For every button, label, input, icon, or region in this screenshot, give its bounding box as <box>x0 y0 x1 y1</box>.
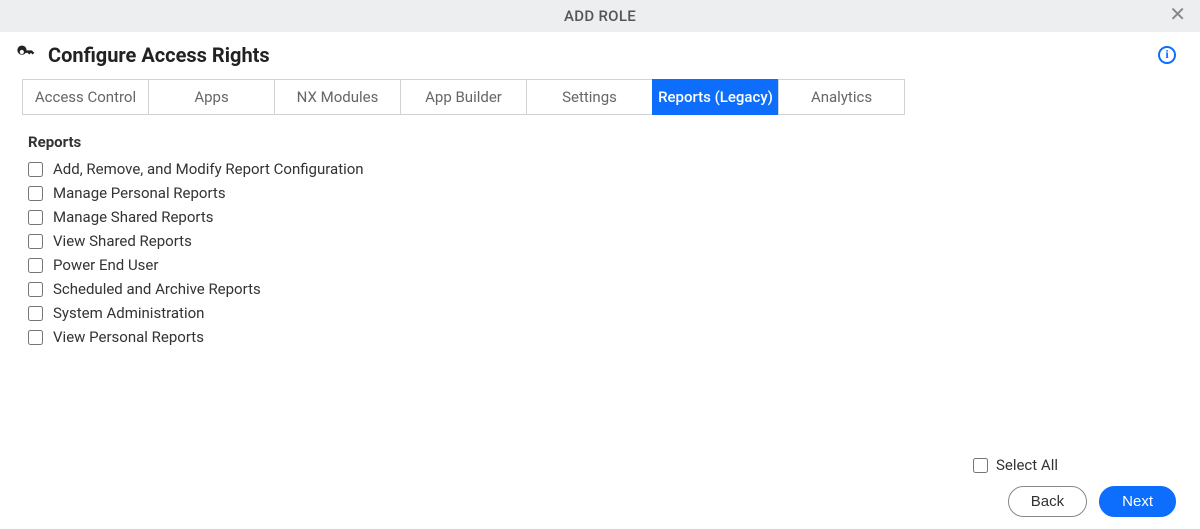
select-all-row[interactable]: Select All <box>973 456 1058 474</box>
close-icon[interactable]: ✕ <box>1169 4 1186 24</box>
tab-app-builder[interactable]: App Builder <box>400 79 527 115</box>
permission-label: View Shared Reports <box>53 232 192 250</box>
next-button[interactable]: Next <box>1099 486 1176 517</box>
tab-reports-legacy[interactable]: Reports (Legacy) <box>652 79 779 115</box>
permission-row[interactable]: System Administration <box>28 301 1200 325</box>
permission-label: View Personal Reports <box>53 328 204 346</box>
permission-group-title: Reports <box>28 133 1200 151</box>
permission-checkbox[interactable] <box>28 162 43 177</box>
footer: Select All Back Next <box>973 456 1176 517</box>
permission-checkbox[interactable] <box>28 258 43 273</box>
select-all-checkbox[interactable] <box>973 458 988 473</box>
permission-row[interactable]: View Shared Reports <box>28 229 1200 253</box>
permission-label: Power End User <box>53 256 158 274</box>
permission-row[interactable]: View Personal Reports <box>28 325 1200 349</box>
tab-bar: Access ControlAppsNX ModulesApp BuilderS… <box>22 79 1200 115</box>
permission-label: System Administration <box>53 304 204 322</box>
permission-label: Add, Remove, and Modify Report Configura… <box>53 160 364 178</box>
permission-row[interactable]: Add, Remove, and Modify Report Configura… <box>28 157 1200 181</box>
button-row: Back Next <box>1008 486 1176 517</box>
permission-checkbox[interactable] <box>28 282 43 297</box>
tab-settings[interactable]: Settings <box>526 79 653 115</box>
modal-header: ADD ROLE ✕ <box>0 0 1200 32</box>
permission-checkbox[interactable] <box>28 210 43 225</box>
permission-row[interactable]: Scheduled and Archive Reports <box>28 277 1200 301</box>
select-all-label: Select All <box>996 456 1058 474</box>
title-row: Configure Access Rights i <box>0 32 1200 69</box>
title-left: Configure Access Rights <box>16 42 270 67</box>
info-icon[interactable]: i <box>1158 46 1176 64</box>
content-area: Reports Add, Remove, and Modify Report C… <box>0 115 1200 349</box>
permission-checkbox[interactable] <box>28 186 43 201</box>
permission-row[interactable]: Power End User <box>28 253 1200 277</box>
section-title: Configure Access Rights <box>48 43 270 67</box>
key-icon <box>16 42 36 67</box>
tab-apps[interactable]: Apps <box>148 79 275 115</box>
permission-row[interactable]: Manage Shared Reports <box>28 205 1200 229</box>
permission-checkbox[interactable] <box>28 330 43 345</box>
permission-label: Scheduled and Archive Reports <box>53 280 261 298</box>
permission-label: Manage Personal Reports <box>53 184 226 202</box>
back-button[interactable]: Back <box>1008 486 1087 517</box>
modal-title: ADD ROLE <box>564 7 636 25</box>
tab-access-control[interactable]: Access Control <box>22 79 149 115</box>
tab-nx-modules[interactable]: NX Modules <box>274 79 401 115</box>
permission-list: Add, Remove, and Modify Report Configura… <box>28 157 1200 349</box>
permission-checkbox[interactable] <box>28 306 43 321</box>
permission-checkbox[interactable] <box>28 234 43 249</box>
tab-analytics[interactable]: Analytics <box>778 79 905 115</box>
permission-label: Manage Shared Reports <box>53 208 213 226</box>
permission-row[interactable]: Manage Personal Reports <box>28 181 1200 205</box>
